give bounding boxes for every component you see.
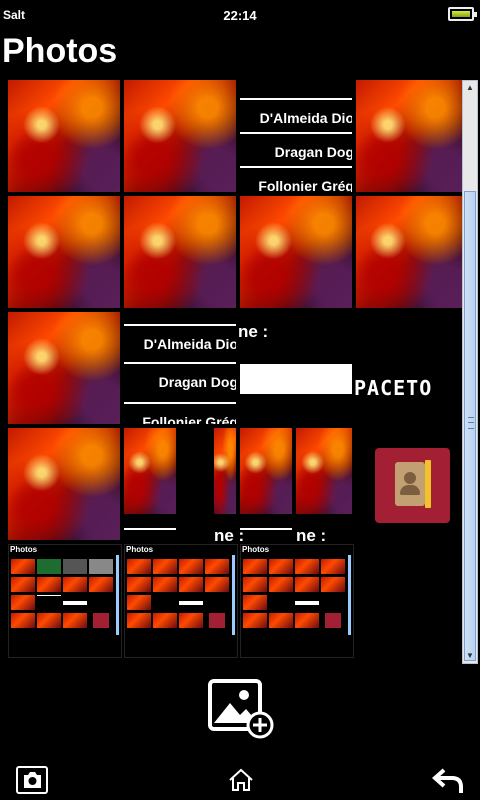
scroll-up-arrow-icon[interactable]: ▲ (463, 81, 477, 95)
scrollbar[interactable]: ▲ ▼ (462, 80, 478, 664)
photo-thumbnail[interactable]: D'Almeida Dio Dragan Dog Follonier Grég (240, 80, 352, 192)
status-bar: Salt 22:14 (0, 0, 480, 30)
photo-thumbnail[interactable] (8, 196, 120, 308)
home-icon[interactable] (228, 768, 254, 792)
camera-icon[interactable] (16, 766, 48, 794)
photo-thumbnail[interactable] (124, 80, 236, 192)
address-book-icon[interactable] (375, 448, 450, 523)
contact-name: D'Almeida Dio (259, 110, 352, 126)
contact-name: Dragan Dog (274, 144, 352, 160)
photo-thumbnail[interactable] (214, 428, 236, 514)
screenshot-thumbnail[interactable]: Photos (8, 544, 122, 658)
scroll-down-arrow-icon[interactable]: ▼ (463, 649, 477, 663)
screenshot-thumbnail[interactable]: Photos (124, 544, 238, 658)
photo-thumbnail[interactable] (296, 428, 352, 514)
back-arrow-icon[interactable] (432, 767, 464, 795)
page-title: Photos (2, 32, 118, 70)
photo-thumbnail[interactable] (8, 428, 120, 540)
name-label-fragment: ne : (238, 322, 269, 341)
contact-name: D'Almeida Dio (143, 336, 236, 352)
photo-thumbnail[interactable] (240, 196, 352, 308)
photo-thumbnail[interactable] (356, 196, 462, 308)
photo-thumbnail[interactable] (124, 196, 236, 308)
photo-thumbnail[interactable] (8, 80, 120, 192)
photo-thumbnail[interactable] (8, 312, 120, 424)
mini-title: Photos (126, 545, 154, 554)
clock: 22:14 (223, 8, 257, 23)
photo-thumbnail[interactable] (124, 428, 176, 514)
mini-title: Photos (10, 545, 38, 554)
contact-name: Dragan Dog (158, 374, 236, 390)
contact-name: Follonier Grég (142, 414, 236, 424)
screenshot-thumbnail[interactable]: Photos (240, 544, 354, 658)
scrollbar-thumb[interactable] (464, 191, 476, 661)
photo-thumbnail[interactable] (356, 80, 462, 192)
divider (240, 528, 292, 530)
spaceton-fragment: PACETO (354, 376, 433, 400)
photo-grid: D'Almeida Dio Dragan Dog Follonier Grég … (8, 80, 462, 664)
photo-thumbnail[interactable] (240, 428, 292, 514)
battery-icon (448, 7, 477, 21)
add-photo-icon[interactable] (208, 679, 274, 739)
mini-title: Photos (242, 545, 270, 554)
white-bar (240, 364, 352, 394)
divider (124, 528, 176, 530)
photo-thumbnail[interactable]: D'Almeida Dio Dragan Dog Follonier Grég (124, 312, 236, 424)
contact-name: Follonier Grég (258, 178, 352, 192)
name-label-fragment: ne : (296, 526, 327, 545)
